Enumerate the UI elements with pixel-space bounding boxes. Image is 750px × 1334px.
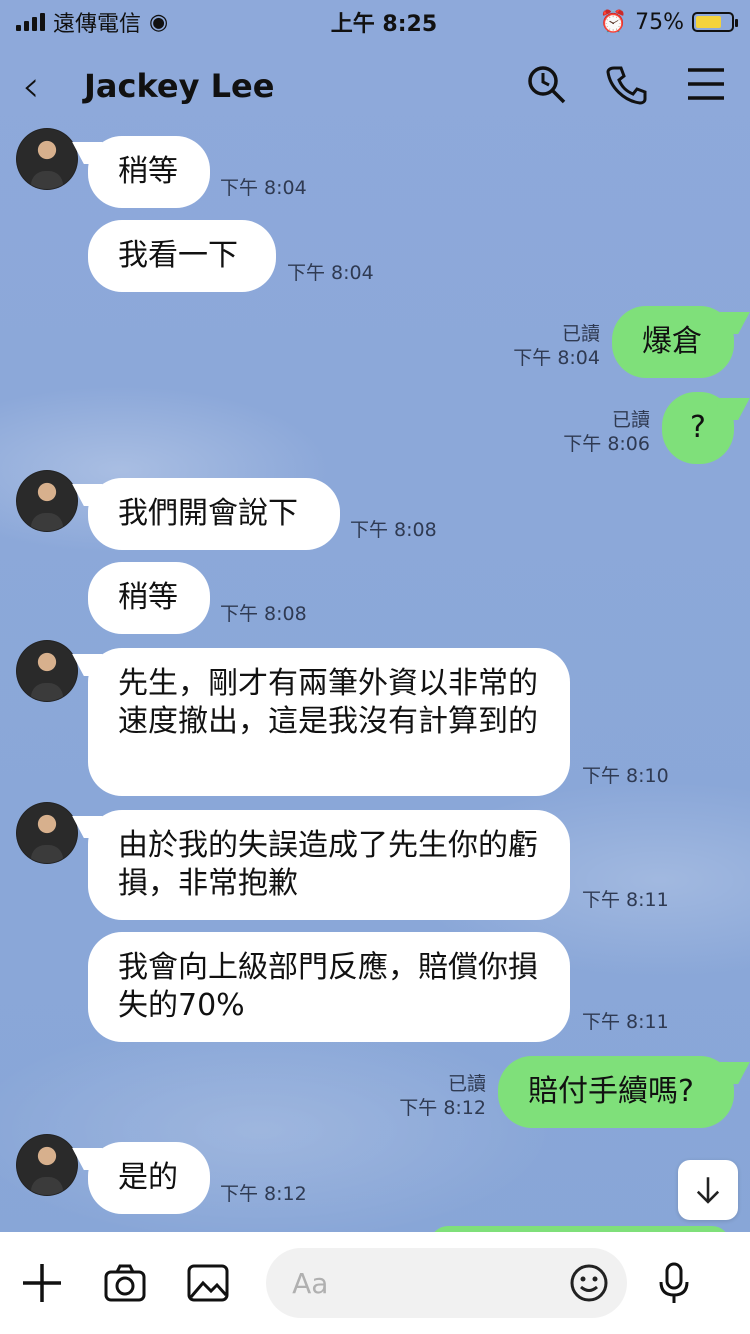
message-text: 我看一下 [118,238,238,273]
message-time: 下午 8:11 [582,1011,669,1033]
message-bubble[interactable]: 稍等 [88,562,210,634]
emoji-icon[interactable] [569,1263,609,1307]
avatar[interactable] [16,128,78,190]
avatar[interactable] [16,640,78,702]
battery-icon [691,12,738,32]
message-time: 下午 8:08 [350,519,437,541]
message-time: 下午 8:06 [563,433,650,455]
message-time: 下午 8:04 [220,177,307,199]
signal-icon [16,13,45,31]
message-text: 我會向上級部門反應，賠償你損失的70% [118,950,538,1023]
input-bar: Aa [0,1232,750,1334]
scroll-to-bottom-button[interactable] [678,1160,738,1220]
message-bubble[interactable]: 爆倉 [612,306,734,378]
message-bubble[interactable]: 賠付手續嗎? [498,1056,734,1128]
message-text: 由於我的失誤造成了先生你的虧損，非常抱歉 [118,828,538,901]
message-bubble[interactable]: 是的 [88,1142,210,1214]
menu-icon[interactable] [684,62,728,110]
message-time: 下午 8:11 [582,889,669,911]
read-receipt: 已讀 [611,409,650,431]
message-bubble[interactable]: 我看一下 [88,220,276,292]
message-bubble[interactable]: 由於我的失誤造成了先生你的虧損，非常抱歉 [88,810,570,920]
message-time: 下午 8:12 [399,1097,486,1119]
read-receipt: 已讀 [561,323,600,345]
message-bubble[interactable]: 稍等 [88,136,210,208]
back-icon[interactable]: ‹ [22,61,72,112]
avatar[interactable] [16,470,78,532]
message-input[interactable]: Aa [266,1248,628,1318]
search-icon[interactable] [524,62,568,110]
message-time: 下午 8:04 [287,262,374,284]
image-icon[interactable] [183,1257,232,1309]
message-bubble[interactable]: 我會向上級部門反應，賠償你損失的70% [88,932,570,1042]
message-bubble[interactable]: 先生，剛才有兩筆外資以非常的速度撤出，這是我沒有計算到的 [88,648,570,796]
plus-icon[interactable] [18,1257,67,1309]
message-text: 賠付手續嗎? [528,1074,694,1109]
camera-icon[interactable] [101,1257,150,1309]
avatar[interactable] [16,802,78,864]
message-time: 下午 8:04 [513,347,600,369]
message-text: 我們開會說下 [118,496,298,531]
message-time: 下午 8:10 [582,765,669,787]
phone-icon[interactable] [604,62,648,110]
message-text: 是的 [118,1160,178,1195]
status-time: 上午 8:25 [330,12,438,37]
message-bubble[interactable]: 我們開會說下 [88,478,340,550]
message-text: 稍等 [118,580,178,615]
contact-name: Jackey Lee [84,67,275,105]
chat-header: ‹ Jackey Lee [0,48,750,124]
message-text: ? [690,410,706,445]
avatar[interactable] [16,1134,78,1196]
battery-percent: 75% [635,9,684,35]
message-text: 先生，剛才有兩筆外資以非常的速度撤出，這是我沒有計算到的 [118,666,538,739]
carrier-label: 遠傳電信 [53,12,142,37]
read-receipt: 已讀 [447,1073,486,1095]
mic-icon[interactable] [649,1257,698,1309]
status-bar: 遠傳電信 ◉ 上午 8:25 ⏰ 75% [0,0,750,44]
wifi-icon: ◉ [149,9,169,35]
message-text: 稍等 [118,154,178,189]
message-time: 下午 8:08 [220,603,307,625]
alarm-icon: ⏰ [599,9,628,35]
message-bubble[interactable]: ? [662,392,734,464]
message-input-placeholder: Aa [292,1266,329,1300]
arrow-down-icon [696,1177,720,1204]
message-text: 爆倉 [642,324,702,359]
message-time: 下午 8:12 [220,1183,307,1205]
